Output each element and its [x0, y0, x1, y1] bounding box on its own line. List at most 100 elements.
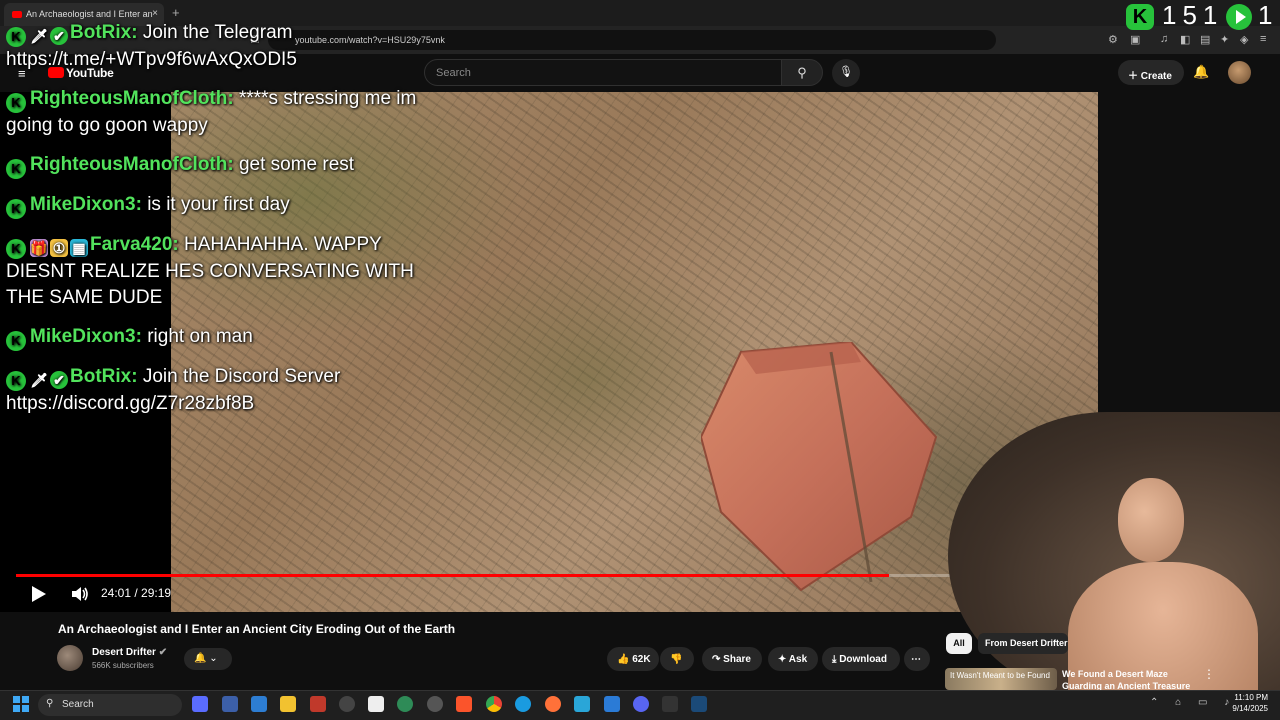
steam-icon[interactable]	[691, 696, 707, 712]
chat-username: MikeDixon3:	[30, 326, 142, 347]
kick-badge-icon: K	[6, 331, 26, 351]
chrome-icon[interactable]	[486, 696, 502, 712]
chat-message: K RighteousManofCloth: get some rest	[6, 152, 426, 179]
like-button[interactable]: 👍 62K	[607, 647, 659, 671]
writer-app-icon[interactable]	[310, 696, 326, 712]
share-button[interactable]: ↷ Share	[702, 647, 762, 671]
subscription-bell-button[interactable]: 🔔 ⌄	[184, 648, 232, 670]
vpn-icon[interactable]: ◈	[1240, 33, 1248, 46]
extensions-icon[interactable]: ⚙	[1108, 33, 1118, 46]
chat-username: MikeDixon3:	[30, 194, 142, 215]
search-input[interactable]: Search	[424, 59, 782, 86]
progress-fill	[16, 574, 890, 577]
kick-badge-icon: K	[6, 371, 26, 391]
chip-from-channel[interactable]: From Desert Drifter	[978, 633, 1068, 654]
chat-text: is it your first day	[147, 194, 290, 215]
chip-all[interactable]: All	[946, 633, 972, 654]
download-button[interactable]: ⤓ Download	[822, 647, 900, 671]
leo-icon[interactable]: ✦	[1220, 33, 1229, 46]
obs-icon[interactable]	[339, 696, 355, 712]
system-tray-icons[interactable]: ⌃ ⌂ ▭ ♪	[1150, 697, 1236, 708]
vscode-icon[interactable]	[604, 696, 620, 712]
recommended-title[interactable]: We Found a Desert Maze Guarding an Ancie…	[1062, 668, 1202, 690]
gift-badge-icon: 🎁	[30, 239, 48, 257]
taskbar-search[interactable]: ⚲ Search	[38, 694, 182, 716]
chat-username: BotRix:	[70, 366, 138, 387]
unity-icon[interactable]	[662, 696, 678, 712]
streamer-head	[1118, 478, 1184, 562]
chat-message: K RighteousManofCloth: ****s stressing me…	[6, 86, 426, 139]
video-title: An Archaeologist and I Enter an Ancient …	[58, 622, 456, 636]
steam-like-icon[interactable]	[368, 696, 384, 712]
channel-name[interactable]: Desert Drifter ✔	[92, 647, 167, 658]
vpn-app-icon[interactable]	[397, 696, 413, 712]
account-avatar[interactable]	[1228, 61, 1251, 84]
new-tab-button[interactable]: +	[172, 5, 180, 20]
volume-icon[interactable]	[70, 585, 90, 603]
tab-close-icon[interactable]: ×	[152, 8, 158, 19]
recommended-more-icon[interactable]: ⋮	[1203, 667, 1215, 681]
medal-badge-icon: ①	[50, 239, 68, 257]
kick-badge-icon: K	[6, 159, 26, 179]
chat-message: K 🗡 ✔ BotRix: Join the Telegram https://t.m…	[6, 20, 426, 73]
ask-button[interactable]: ✦ Ask	[768, 647, 818, 671]
create-label: Create	[1140, 71, 1172, 82]
taskbar-search-icon: ⚲	[46, 698, 54, 709]
firefox-icon[interactable]	[545, 696, 561, 712]
taskbar-clock[interactable]: 11:10 PM 9/14/2025	[1228, 692, 1268, 714]
channel-avatar[interactable]	[57, 645, 83, 671]
notifications-bell-icon[interactable]: 🔔	[1193, 64, 1209, 80]
chat-username: Farva420:	[90, 234, 179, 255]
chat-username: RighteousManofCloth:	[30, 88, 234, 109]
chat-text: get some rest	[238, 154, 355, 175]
sword-badge-icon: 🗡	[30, 372, 48, 388]
search-button[interactable]: ⚲	[781, 59, 823, 86]
brave-browser-icon[interactable]	[456, 696, 472, 712]
verified-check-icon: ✔	[158, 647, 168, 658]
like-count: 62K	[632, 654, 651, 665]
dislike-button[interactable]: 👎	[660, 647, 694, 671]
discord-icon[interactable]	[633, 696, 649, 712]
screenshot-icon[interactable]: ▣	[1130, 33, 1140, 46]
file-explorer-icon[interactable]	[280, 696, 296, 712]
outlook-icon[interactable]	[222, 696, 238, 712]
viewer-count: 151	[1162, 0, 1224, 30]
chat-message: K MikeDixon3: right on man	[6, 324, 426, 351]
chat-message: K MikeDixon3: is it your first day	[6, 192, 426, 219]
verified-badge-icon: ✔	[50, 371, 68, 389]
tab-title: An Archaeologist and I Enter an	[26, 9, 153, 19]
play-icon[interactable]	[28, 584, 48, 604]
kick-badge-icon: K	[6, 93, 26, 113]
clock-time: 11:10 PM	[1234, 693, 1268, 702]
task-view-icon[interactable]	[192, 696, 208, 712]
chat-text: right on man	[147, 326, 253, 347]
settings-app-icon[interactable]	[427, 696, 443, 712]
media-icon[interactable]: ♫	[1160, 33, 1168, 45]
channel-name-text: Desert Drifter	[92, 647, 156, 658]
kick-badge-icon: K	[6, 27, 26, 47]
edge-icon[interactable]	[515, 696, 531, 712]
ask-label: Ask	[788, 654, 808, 665]
verified-badge-icon: ✔	[50, 27, 68, 45]
wallet-icon[interactable]: ▤	[1200, 33, 1210, 46]
remote-desktop-icon[interactable]	[251, 696, 267, 712]
youtube-favicon-icon	[12, 11, 22, 18]
more-actions-icon[interactable]: ⋯	[904, 647, 930, 671]
chat-overlay: K 🗡 ✔ BotRix: Join the Telegram https://t.m…	[6, 20, 426, 430]
download-label: Download	[839, 654, 887, 665]
sub-badge-icon: ▦	[70, 239, 88, 257]
create-button[interactable]: ＋ Create	[1118, 60, 1184, 85]
chat-message: K 🎁 ① ▦ Farva420: HAHAHAHHA. WAPPY DIESNT RE…	[6, 232, 426, 311]
sidebar-icon[interactable]: ◧	[1180, 33, 1190, 46]
recommended-thumbnail[interactable]: It Wasn't Meant to be Found	[945, 668, 1057, 690]
progress-bar[interactable]	[16, 574, 1082, 577]
share-label: Share	[723, 654, 751, 665]
voice-search-mic-icon[interactable]: 🎙	[832, 59, 860, 87]
chat-message: K 🗡 ✔ BotRix: Join the Discord Server https…	[6, 364, 426, 417]
app-icon[interactable]	[574, 696, 590, 712]
kick-badge-icon: K	[6, 199, 26, 219]
start-windows-icon[interactable]	[13, 696, 29, 712]
follower-count: 1	[1258, 0, 1273, 30]
menu-icon[interactable]: ≡	[1260, 33, 1266, 45]
clock-date: 9/14/2025	[1232, 704, 1268, 713]
